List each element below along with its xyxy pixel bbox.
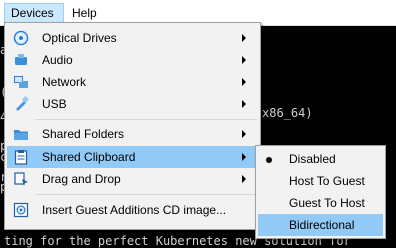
network-icon	[14, 76, 28, 88]
menu-item-drag-and-drop[interactable]: Drag and Drop	[7, 168, 258, 190]
console-line: x86_64)	[262, 106, 313, 120]
chevron-right-icon	[242, 130, 246, 138]
menu-item-label: Network	[42, 75, 87, 89]
menu-item-label: Audio	[42, 53, 73, 67]
menu-separator	[35, 119, 257, 120]
submenu-item-label: Guest To Host	[289, 196, 365, 210]
menu-item-label: Drag and Drop	[42, 172, 121, 186]
chevron-right-icon	[242, 56, 246, 64]
drag-drop-icon	[14, 172, 28, 186]
chevron-right-icon	[242, 100, 246, 108]
menu-item-label: Shared Clipboard	[42, 150, 136, 164]
chevron-right-icon	[242, 175, 246, 183]
chevron-right-icon	[242, 34, 246, 42]
chevron-right-icon	[242, 78, 246, 86]
submenu-item-label: Bidirectional	[289, 218, 355, 232]
chevron-right-icon	[242, 153, 246, 161]
folder-icon	[14, 130, 28, 140]
optical-disc-icon	[13, 30, 29, 46]
menu-item-optical-drives[interactable]: Optical Drives	[7, 27, 258, 49]
menu-item-audio[interactable]: Audio	[7, 49, 258, 71]
menu-devices[interactable]: Devices	[4, 3, 64, 23]
usb-icon	[16, 96, 29, 111]
audio-icon	[15, 54, 27, 65]
submenu-item-label: Disabled	[289, 152, 336, 166]
menu-item-label: Optical Drives	[42, 31, 117, 45]
menu-item-usb[interactable]: USB	[7, 93, 258, 115]
menu-item-label: USB	[42, 97, 67, 111]
radio-selected-icon	[266, 157, 272, 163]
menu-item-shared-folders[interactable]: Shared Folders	[7, 123, 258, 145]
submenu-item-bidirectional[interactable]: Bidirectional	[258, 214, 383, 236]
menu-item-insert-guest-additions[interactable]: Insert Guest Additions CD image...	[7, 199, 258, 221]
menu-item-shared-clipboard[interactable]: Shared Clipboard	[7, 146, 258, 168]
submenu-item-guest-to-host[interactable]: Guest To Host	[258, 192, 383, 214]
submenu-item-label: Host To Guest	[289, 174, 365, 188]
submenu-item-disabled[interactable]: Disabled	[258, 148, 383, 170]
clipboard-icon	[14, 150, 28, 165]
shared-clipboard-submenu: Disabled Host To Guest Guest To Host Bid…	[255, 145, 386, 239]
devices-menu: Optical Drives Audio Network USB Shared …	[4, 22, 261, 230]
menu-help[interactable]: Help	[66, 3, 100, 23]
menu-item-label: Insert Guest Additions CD image...	[42, 203, 227, 217]
menu-item-label: Shared Folders	[42, 127, 125, 141]
submenu-item-host-to-guest[interactable]: Host To Guest	[258, 170, 383, 192]
menu-item-network[interactable]: Network	[7, 71, 258, 93]
cd-image-icon	[13, 202, 29, 218]
menu-separator	[35, 194, 257, 195]
